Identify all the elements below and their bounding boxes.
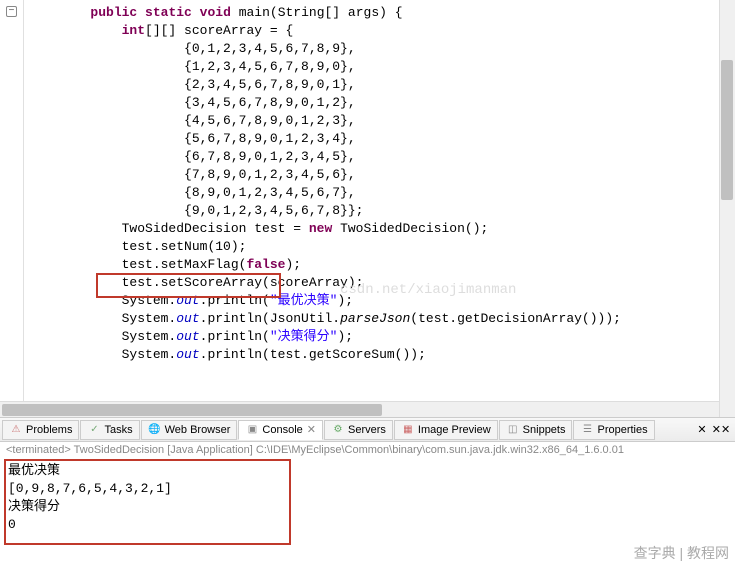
console-line: 0	[8, 516, 727, 534]
remove-all-icon[interactable]: ✕✕	[713, 422, 729, 438]
tab-label: Web Browser	[165, 424, 231, 436]
code-line[interactable]: {5,6,7,8,9,0,1,2,3,4},	[28, 130, 735, 148]
code-line[interactable]: System.out.println(test.getScoreSum());	[28, 346, 735, 364]
tab-tasks[interactable]: ✓Tasks	[80, 420, 139, 440]
console-line: 最优决策	[8, 462, 727, 480]
console-toolbar: ✕ ✕✕	[690, 422, 733, 438]
problems-icon: ⚠	[9, 423, 23, 437]
horizontal-scrollbar[interactable]	[0, 401, 719, 417]
console-line: [0,9,8,7,6,5,4,3,2,1]	[8, 480, 727, 498]
views-tab-bar: ⚠Problems✓Tasks🌐Web Browser▣Console✕⚙Ser…	[0, 418, 735, 442]
tab-problems[interactable]: ⚠Problems	[2, 420, 79, 440]
tab-label: Problems	[26, 424, 72, 436]
tab-image-preview[interactable]: ▦Image Preview	[394, 420, 498, 440]
tab-label: Properties	[597, 424, 647, 436]
tab-label: Servers	[348, 424, 386, 436]
tab-servers[interactable]: ⚙Servers	[324, 420, 393, 440]
code-content[interactable]: public static void main(String[] args) {…	[0, 0, 735, 368]
code-line[interactable]: {8,9,0,1,2,3,4,5,6,7},	[28, 184, 735, 202]
code-line[interactable]: TwoSidedDecision test = new TwoSidedDeci…	[28, 220, 735, 238]
code-line[interactable]: test.setMaxFlag(false);	[28, 256, 735, 274]
vertical-scrollbar-thumb[interactable]	[721, 60, 733, 200]
code-line[interactable]: test.setNum(10);	[28, 238, 735, 256]
tab-console[interactable]: ▣Console ✕	[238, 420, 323, 440]
close-icon[interactable]: ✕	[307, 423, 316, 436]
console-panel: <terminated> TwoSidedDecision [Java Appl…	[0, 442, 735, 567]
code-line[interactable]: System.out.println(JsonUtil.parseJson(te…	[28, 310, 735, 328]
code-line[interactable]: {9,0,1,2,3,4,5,6,7,8}};	[28, 202, 735, 220]
tab-label: Console	[262, 424, 302, 436]
web-browser-icon: 🌐	[148, 423, 162, 437]
code-editor[interactable]: − public static void main(String[] args)…	[0, 0, 735, 418]
snippets-icon: ◫	[506, 423, 520, 437]
remove-launch-icon[interactable]: ✕	[694, 422, 710, 438]
code-line[interactable]: test.setScoreArray(scoreArray);	[28, 274, 735, 292]
console-output[interactable]: 最优决策[0,9,8,7,6,5,4,3,2,1]决策得分0	[0, 458, 735, 538]
console-icon: ▣	[245, 423, 259, 437]
tab-label: Tasks	[104, 424, 132, 436]
tab-label: Snippets	[523, 424, 566, 436]
code-line[interactable]: int[][] scoreArray = {	[28, 22, 735, 40]
code-line[interactable]: {1,2,3,4,5,6,7,8,9,0},	[28, 58, 735, 76]
horizontal-scrollbar-thumb[interactable]	[2, 404, 382, 416]
servers-icon: ⚙	[331, 423, 345, 437]
editor-gutter: −	[0, 0, 24, 417]
code-line[interactable]: {4,5,6,7,8,9,0,1,2,3},	[28, 112, 735, 130]
tab-properties[interactable]: ☰Properties	[573, 420, 654, 440]
code-line[interactable]: {2,3,4,5,6,7,8,9,0,1},	[28, 76, 735, 94]
tab-web-browser[interactable]: 🌐Web Browser	[141, 420, 238, 440]
tasks-icon: ✓	[87, 423, 101, 437]
code-line[interactable]: {3,4,5,6,7,8,9,0,1,2},	[28, 94, 735, 112]
tab-snippets[interactable]: ◫Snippets	[499, 420, 573, 440]
image-preview-icon: ▦	[401, 423, 415, 437]
tab-label: Image Preview	[418, 424, 491, 436]
code-line[interactable]: public static void main(String[] args) {	[28, 4, 735, 22]
console-line: 决策得分	[8, 498, 727, 516]
code-line[interactable]: {0,1,2,3,4,5,6,7,8,9},	[28, 40, 735, 58]
fold-collapse-icon[interactable]: −	[6, 6, 17, 17]
console-status-line: <terminated> TwoSidedDecision [Java Appl…	[0, 442, 735, 458]
code-line[interactable]: System.out.println("最优决策");	[28, 292, 735, 310]
vertical-scrollbar[interactable]	[719, 0, 735, 417]
code-line[interactable]: {7,8,9,0,1,2,3,4,5,6},	[28, 166, 735, 184]
code-line[interactable]: {6,7,8,9,0,1,2,3,4,5},	[28, 148, 735, 166]
properties-icon: ☰	[580, 423, 594, 437]
code-line[interactable]: System.out.println("决策得分");	[28, 328, 735, 346]
